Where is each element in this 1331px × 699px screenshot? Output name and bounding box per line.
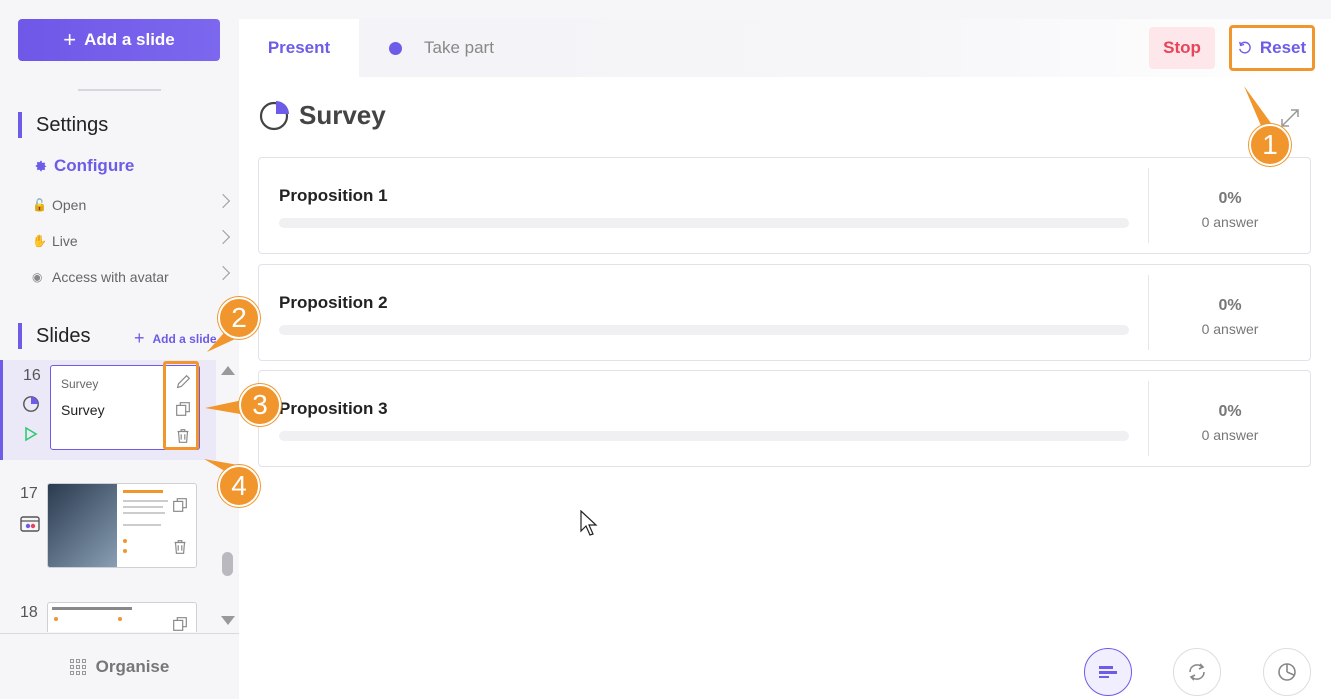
- menu-item-open[interactable]: 🔓 Open: [32, 193, 231, 217]
- live-dot-icon: [389, 41, 402, 55]
- survey-header: Survey: [259, 99, 386, 131]
- chevron-right-icon: [215, 265, 231, 281]
- organise-label: Organise: [95, 656, 170, 676]
- reset-label: Reset: [1259, 38, 1307, 57]
- unlock-icon: 🔓: [32, 198, 47, 212]
- slide-number: 16: [23, 367, 41, 384]
- sidebar: + Add a slide Settings Configure 🔓 Open …: [0, 0, 239, 699]
- gear-icon: [35, 160, 47, 172]
- photo-thumbnail: [48, 484, 117, 567]
- trash-icon[interactable]: [171, 538, 189, 556]
- organise-button[interactable]: Organise: [0, 633, 239, 699]
- add-slide-label: Add a slide: [84, 30, 175, 49]
- slide-number: 18: [20, 604, 38, 621]
- icons-highlight: [163, 361, 199, 450]
- slide-item-18[interactable]: 18: [0, 597, 216, 632]
- proposition-label: Proposition 3: [279, 399, 388, 418]
- play-icon[interactable]: [24, 426, 38, 442]
- main-panel: Present Take part Stop Reset Survey Prop…: [239, 19, 1331, 699]
- callout-3: 3: [239, 384, 281, 426]
- add-slide-button[interactable]: + Add a slide: [18, 19, 220, 61]
- proposition-card[interactable]: Proposition 3 0% 0 answer: [258, 370, 1311, 467]
- slide-thumbnail[interactable]: [47, 602, 197, 632]
- plus-icon: +: [63, 27, 77, 52]
- proposition-answers: 0 answer: [1201, 214, 1259, 230]
- menu-item-live[interactable]: ✋ Live: [32, 229, 231, 253]
- mouse-cursor-icon: [580, 510, 598, 536]
- grid-icon: [69, 658, 86, 675]
- scrollbar-thumb[interactable]: [222, 552, 233, 576]
- proposition-progress: [279, 431, 1129, 441]
- tab-take-part-label: Take part: [424, 38, 494, 57]
- slide-number: 17: [20, 485, 38, 502]
- proposition-card[interactable]: Proposition 2 0% 0 answer: [258, 264, 1311, 361]
- reset-icon: [1238, 41, 1251, 54]
- proposition-percent: 0%: [1218, 403, 1242, 420]
- settings-title: Settings: [18, 112, 108, 138]
- configure-link[interactable]: Configure: [34, 156, 134, 176]
- stop-button[interactable]: Stop: [1149, 27, 1215, 69]
- bar-view-button[interactable]: [1084, 648, 1132, 696]
- pie-chart-icon: [23, 396, 39, 412]
- chevron-right-icon: [215, 193, 231, 209]
- pie-chart-icon: [259, 101, 289, 131]
- tab-bar: Present Take part Stop Reset: [239, 19, 1331, 77]
- scroll-up-icon[interactable]: [221, 366, 235, 375]
- proposition-answers: 0 answer: [1201, 427, 1259, 443]
- refresh-button[interactable]: [1173, 648, 1221, 696]
- slideshow-icon: [20, 516, 40, 532]
- add-slide-small-label: Add a slide: [152, 331, 217, 346]
- menu-item-label: Access with avatar: [52, 269, 169, 285]
- duplicate-icon[interactable]: [171, 496, 189, 514]
- proposition-answers: 0 answer: [1201, 321, 1259, 337]
- callout-1: 1: [1249, 124, 1291, 166]
- proposition-label: Proposition 2: [279, 293, 388, 312]
- chevron-right-icon: [215, 229, 231, 245]
- tab-present[interactable]: Present: [239, 19, 359, 77]
- scroll-down-icon[interactable]: [221, 616, 235, 625]
- slide-thumbnail[interactable]: [47, 483, 197, 568]
- proposition-progress: [279, 218, 1129, 228]
- duplicate-icon[interactable]: [171, 615, 189, 632]
- proposition-card[interactable]: Proposition 1 0% 0 answer: [258, 157, 1311, 254]
- slides-title: Slides: [18, 323, 90, 349]
- callout-4: 4: [218, 465, 260, 507]
- menu-item-label: Live: [52, 233, 78, 249]
- tab-take-part[interactable]: Take part: [389, 19, 494, 77]
- menu-item-label: Open: [52, 197, 87, 213]
- reset-button[interactable]: Reset: [1229, 25, 1315, 71]
- proposition-progress: [279, 325, 1129, 335]
- refresh-icon: [1189, 663, 1205, 681]
- proposition-percent: 0%: [1218, 190, 1242, 207]
- proposition-percent: 0%: [1218, 297, 1242, 314]
- divider: [78, 89, 161, 91]
- plus-icon: +: [134, 328, 145, 348]
- callout-2: 2: [218, 297, 260, 339]
- avatar-mask-icon: ◉: [32, 270, 43, 284]
- slide-caption: Survey: [61, 377, 99, 391]
- pie-view-button[interactable]: [1263, 648, 1311, 696]
- fullscreen-icon[interactable]: [1279, 107, 1301, 129]
- pie-chart-icon: [1278, 663, 1296, 681]
- survey-title: Survey: [299, 99, 386, 130]
- bar-chart-icon: [1099, 666, 1117, 678]
- add-slide-small-button[interactable]: + Add a slide: [134, 328, 217, 349]
- slide-title: Survey: [61, 402, 105, 418]
- slide-item-17[interactable]: 17: [0, 478, 216, 578]
- proposition-label: Proposition 1: [279, 186, 388, 205]
- hand-icon: ✋: [32, 234, 47, 248]
- menu-item-access-with-avatar[interactable]: ◉ Access with avatar: [32, 265, 231, 289]
- configure-label: Configure: [54, 156, 135, 175]
